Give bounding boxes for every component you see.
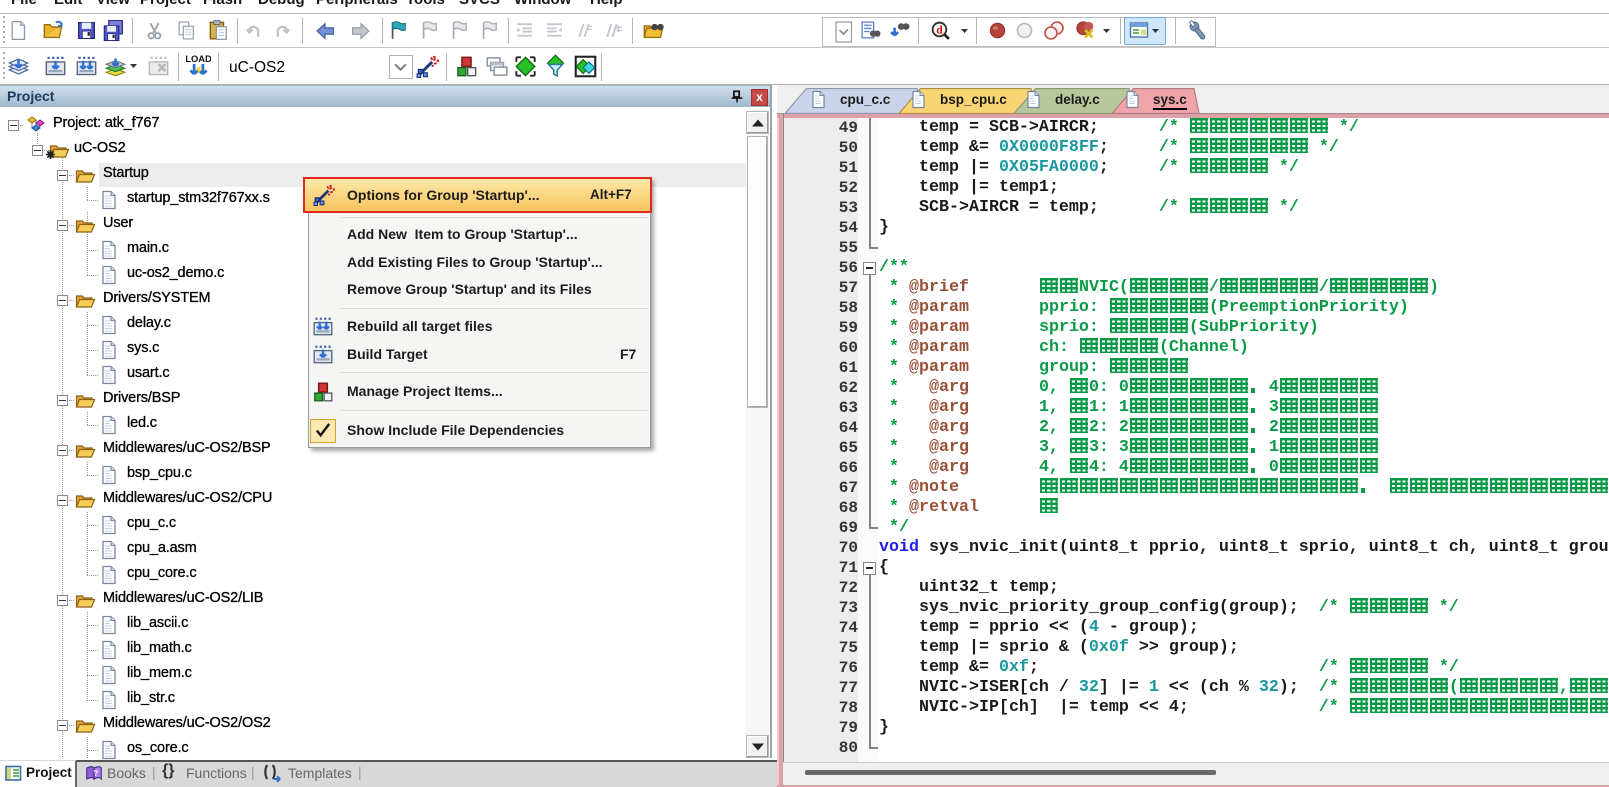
- svg-text:d: d: [936, 25, 943, 37]
- svg-text:LOAD: LOAD: [186, 54, 211, 64]
- svg-text:?: ?: [93, 769, 98, 778]
